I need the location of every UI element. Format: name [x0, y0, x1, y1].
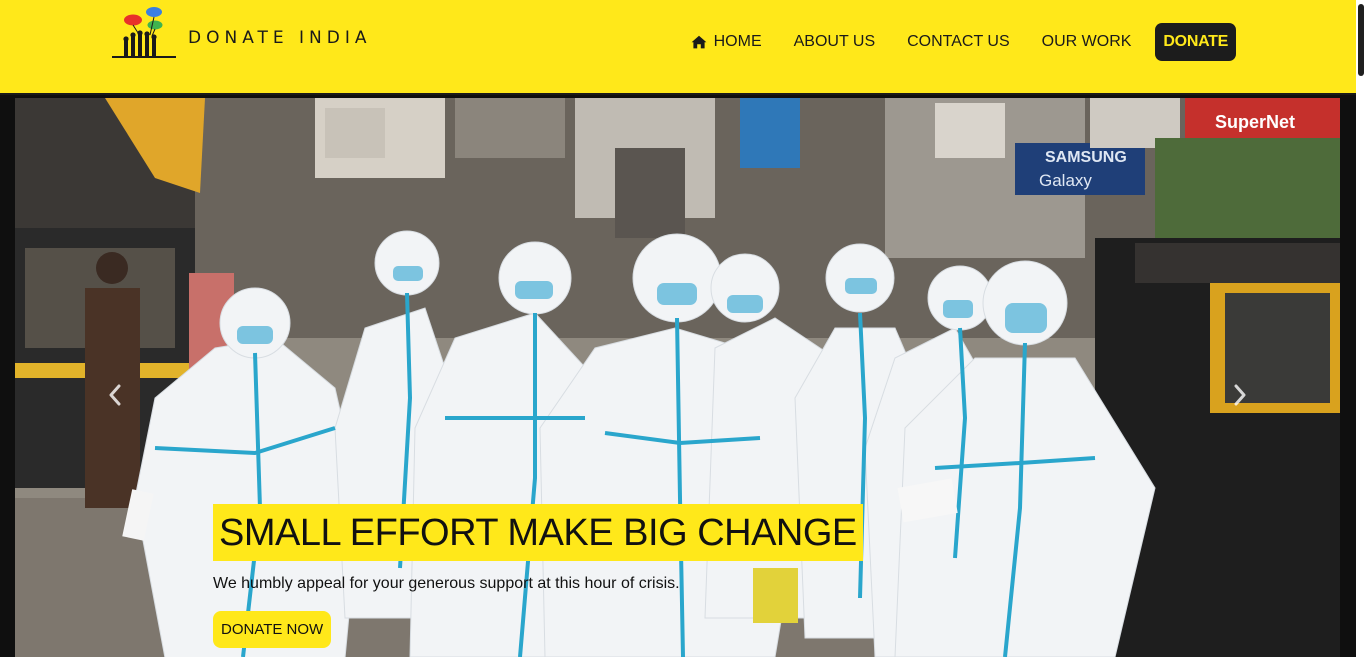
hero-carousel: SuperNet SAMSUNG Galaxy SMALL EFFORT MAK…	[0, 95, 1356, 657]
nav-donate-button[interactable]: DONATE	[1155, 23, 1236, 61]
donate-now-button[interactable]: DONATE NOW	[213, 611, 332, 648]
brand-logo[interactable]: DONATE INDIA	[110, 6, 400, 60]
nav-about-us[interactable]: ABOUT US	[778, 23, 892, 61]
home-icon	[691, 35, 707, 49]
main-nav: HOME ABOUT US CONTACT US OUR WORK DONATE	[675, 23, 1236, 61]
carousel-prev-button[interactable]	[100, 375, 130, 415]
chevron-left-icon	[109, 384, 121, 406]
galaxy-sign-text: Galaxy	[1039, 171, 1092, 190]
hands-with-balloons-logo	[112, 7, 176, 58]
hero-headline: SMALL EFFORT MAKE BIG CHANGE	[213, 504, 863, 561]
chevron-right-icon	[1234, 384, 1246, 406]
top-navbar: DONATE INDIA HOME ABOUT US CONTACT US OU…	[0, 0, 1356, 95]
nav-home-label: HOME	[713, 33, 762, 50]
supernet-sign-text: SuperNet	[1215, 112, 1295, 132]
hero-subtitle: We humbly appeal for your generous suppo…	[213, 575, 680, 592]
brand-name: DONATE INDIA	[188, 28, 372, 48]
samsung-sign-text: SAMSUNG	[1045, 149, 1127, 166]
hero-caption: SMALL EFFORT MAKE BIG CHANGE We humbly a…	[213, 504, 863, 648]
nav-our-work[interactable]: OUR WORK	[1026, 23, 1148, 61]
nav-home[interactable]: HOME	[675, 23, 778, 61]
carousel-next-button[interactable]	[1225, 375, 1255, 415]
nav-contact-us[interactable]: CONTACT US	[891, 23, 1026, 61]
page-scrollbar[interactable]	[1356, 0, 1366, 657]
scrollbar-thumb[interactable]	[1358, 4, 1364, 76]
